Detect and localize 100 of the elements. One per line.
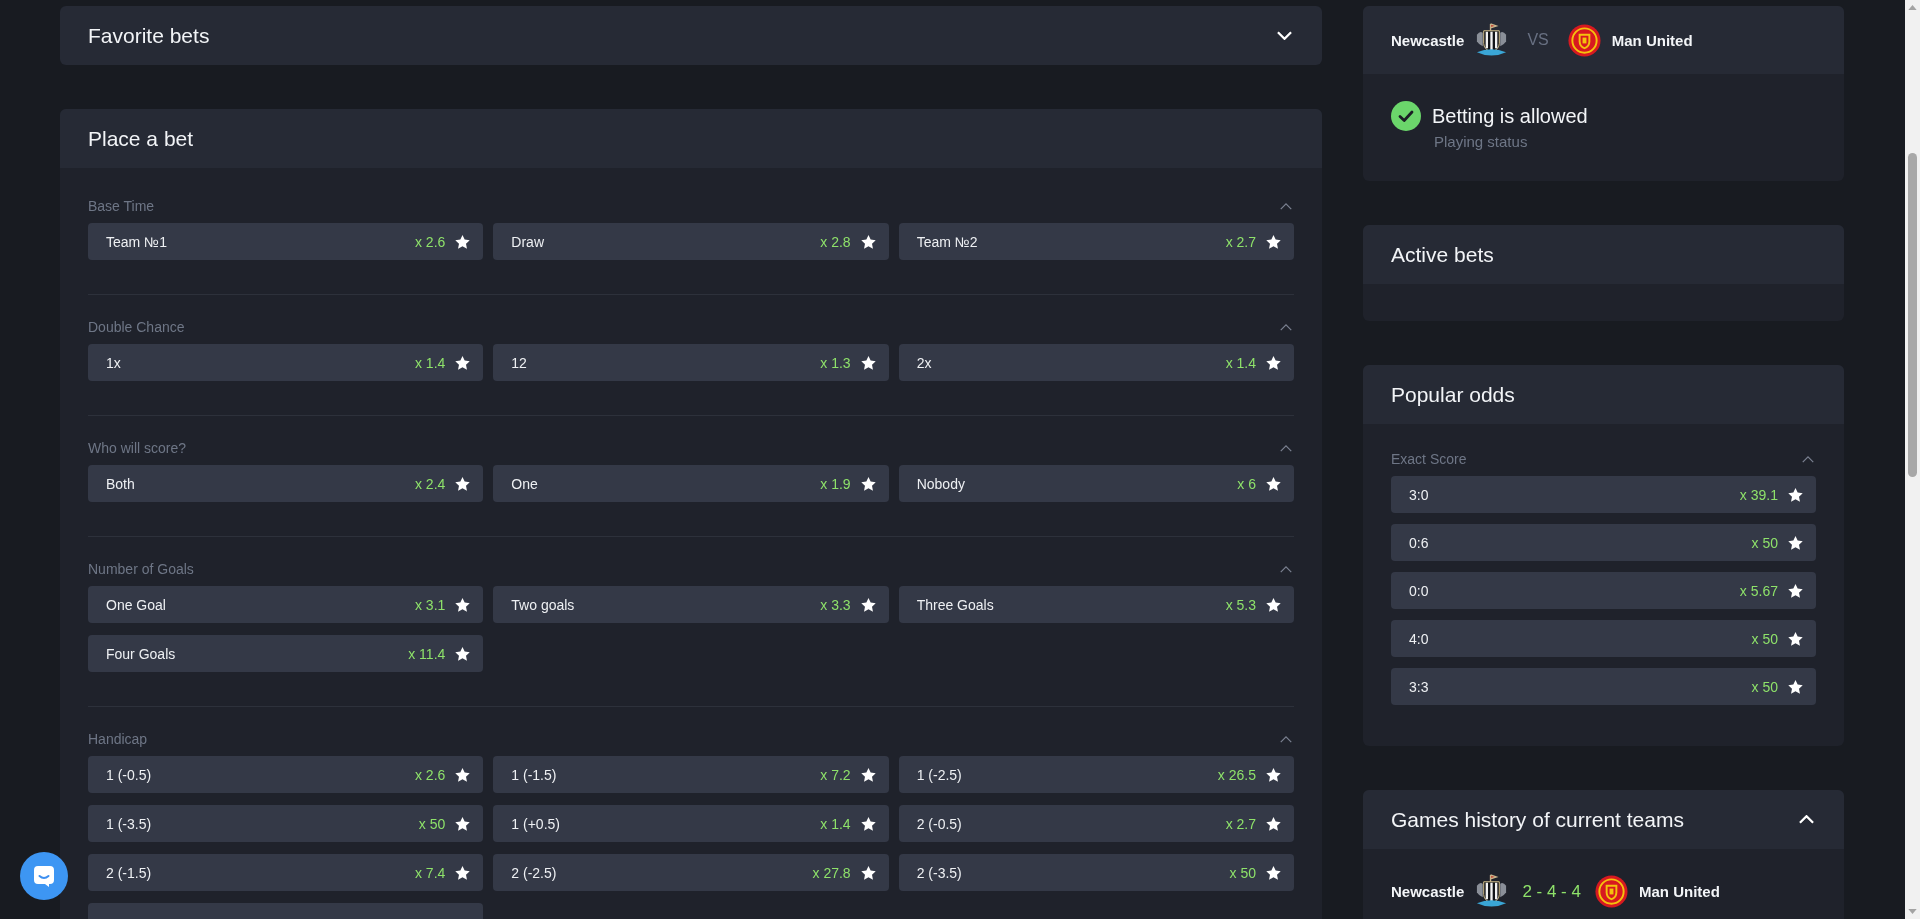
- star-icon[interactable]: [1788, 535, 1803, 550]
- team-name: Man United: [1638, 883, 1720, 900]
- bet-option[interactable]: 2 (-3.5) x 50: [898, 854, 1294, 891]
- section-title: Who will score?: [88, 440, 187, 456]
- star-icon[interactable]: [860, 767, 876, 782]
- star-icon[interactable]: [1788, 631, 1803, 646]
- star-icon[interactable]: [1266, 816, 1281, 831]
- odds-value: x 6: [1237, 475, 1256, 492]
- section-title: Base Time: [88, 198, 155, 214]
- versus-label: VS: [1527, 31, 1549, 49]
- star-icon[interactable]: [455, 355, 471, 370]
- section-title: Double Chance: [88, 319, 185, 335]
- star-icon[interactable]: [1266, 597, 1281, 612]
- odds-value: x 26.5: [1217, 766, 1256, 783]
- bet-option[interactable]: 1 (-3.5) x 50: [88, 805, 484, 842]
- star-icon[interactable]: [455, 597, 471, 612]
- bet-option[interactable]: 1 (-1.5) x 7.2: [493, 756, 889, 793]
- score-text: 2 - 4 - 4: [1522, 881, 1581, 902]
- odds-value: x 2.6: [414, 233, 446, 250]
- panel-title: Popular odds: [1391, 382, 1515, 407]
- odds-value: x 2.6: [414, 766, 446, 783]
- bet-option[interactable]: 3:0 x 39.1: [1391, 476, 1816, 513]
- bet-option[interactable]: One Goal x 3.1: [88, 586, 484, 623]
- bet-option[interactable]: 2x x 1.4: [898, 344, 1294, 381]
- panel-header[interactable]: Favorite bets: [60, 6, 1322, 65]
- bet-option[interactable]: 2 (-0.5) x 2.7: [898, 805, 1294, 842]
- star-icon[interactable]: [455, 865, 471, 880]
- bet-option[interactable]: 2 (-1.5) x 7.4: [88, 854, 484, 891]
- star-icon[interactable]: [860, 865, 876, 880]
- odds-value: x 1.4: [414, 354, 446, 371]
- star-icon[interactable]: [860, 355, 876, 370]
- bet-option[interactable]: Team №1 x 2.6: [88, 223, 484, 260]
- star-icon[interactable]: [860, 234, 876, 249]
- status-title: Betting is allowed: [1432, 104, 1588, 129]
- bet-option[interactable]: Nobody x 6: [898, 465, 1294, 502]
- odds-value: x 2.4: [414, 475, 446, 492]
- star-icon[interactable]: [860, 816, 876, 831]
- bet-option[interactable]: 1x x 1.4: [88, 344, 484, 381]
- bet-option[interactable]: Two goals x 3.3: [493, 586, 889, 623]
- panel-header[interactable]: Games history of current teams: [1363, 790, 1844, 849]
- star-icon[interactable]: [1266, 865, 1281, 880]
- bet-option[interactable]: One x 1.9: [493, 465, 889, 502]
- bet-option[interactable]: 0:0 x 5.67: [1391, 572, 1816, 609]
- star-icon[interactable]: [455, 234, 471, 249]
- star-icon[interactable]: [1266, 234, 1281, 249]
- odds-value: x 5.67: [1739, 582, 1778, 599]
- bet-option[interactable]: Three Goals x 5.3: [898, 586, 1294, 623]
- bet-option[interactable]: Four Goals x 11.4: [88, 635, 484, 672]
- team-name: Man United: [1611, 31, 1693, 49]
- odds-value: x 7.4: [414, 864, 446, 881]
- star-icon[interactable]: [455, 646, 471, 661]
- odds-value: x 2.8: [820, 233, 851, 250]
- odds-value: x 2.7: [1225, 815, 1256, 832]
- smiling-speech-bubble-icon: [32, 864, 56, 888]
- odds-value: x 39.1: [1739, 486, 1778, 503]
- bet-option[interactable]: Draw x 2.8: [493, 223, 889, 260]
- odds-value: x 7.2: [820, 766, 851, 783]
- panel-title: Place a bet: [88, 126, 194, 151]
- star-icon[interactable]: [1266, 355, 1281, 370]
- bet-option[interactable]: 3:3 x 50: [1391, 668, 1816, 705]
- star-icon[interactable]: [1788, 679, 1803, 694]
- star-icon[interactable]: [860, 476, 876, 491]
- panel-title: Active bets: [1391, 242, 1494, 267]
- odds-value: x 50: [418, 815, 446, 832]
- bet-option[interactable]: Both x 2.4: [88, 465, 484, 502]
- panel-title: Games history of current teams: [1391, 807, 1684, 832]
- odds-value: x 3.1: [414, 596, 446, 613]
- star-icon[interactable]: [1788, 583, 1803, 598]
- star-icon[interactable]: [455, 476, 471, 491]
- panel-title: Favorite bets: [88, 23, 210, 48]
- bet-option[interactable]: 0:6 x 50: [1391, 524, 1816, 561]
- chat-button[interactable]: [20, 852, 68, 900]
- star-icon[interactable]: [455, 767, 471, 782]
- star-icon[interactable]: [1788, 487, 1803, 502]
- bet-option[interactable]: 4:0 x 50: [1391, 620, 1816, 657]
- odds-value: x 50: [1751, 630, 1778, 647]
- status-subtitle: Playing status: [1434, 132, 1529, 152]
- bet-option[interactable]: 12 x 1.3: [493, 344, 889, 381]
- odds-value: x 3.3: [820, 596, 851, 613]
- odds-value: x 1.4: [820, 815, 851, 832]
- odds-value: x 1.9: [820, 475, 851, 492]
- bet-option[interactable]: Team №2 x 2.7: [898, 223, 1294, 260]
- section-title: Exact Score: [1391, 451, 1467, 467]
- odds-value: x 11.4: [408, 645, 446, 662]
- bet-option[interactable]: 1 (-2.5) x 26.5: [898, 756, 1294, 793]
- odds-value: x 2.7: [1225, 233, 1256, 250]
- section-title: Number of Goals: [88, 561, 194, 577]
- bet-option[interactable]: 1 (-0.5) x 2.6: [88, 756, 484, 793]
- bet-option[interactable]: 1 (+0.5) x 1.4: [493, 805, 889, 842]
- star-icon[interactable]: [455, 816, 471, 831]
- odds-value: x 1.3: [820, 354, 851, 371]
- star-icon[interactable]: [860, 597, 876, 612]
- round-crest-icon: [1566, 22, 1602, 58]
- bet-option[interactable]: 2 (-2.5) x 27.8: [493, 854, 889, 891]
- star-icon[interactable]: [1266, 767, 1281, 782]
- scrollbar-thumb[interactable]: [1908, 153, 1917, 477]
- star-icon[interactable]: [1266, 476, 1281, 491]
- odds-value: x 50: [1751, 534, 1778, 551]
- odds-value: x 50: [1751, 678, 1778, 695]
- team-name: Newcastle: [1391, 31, 1465, 49]
